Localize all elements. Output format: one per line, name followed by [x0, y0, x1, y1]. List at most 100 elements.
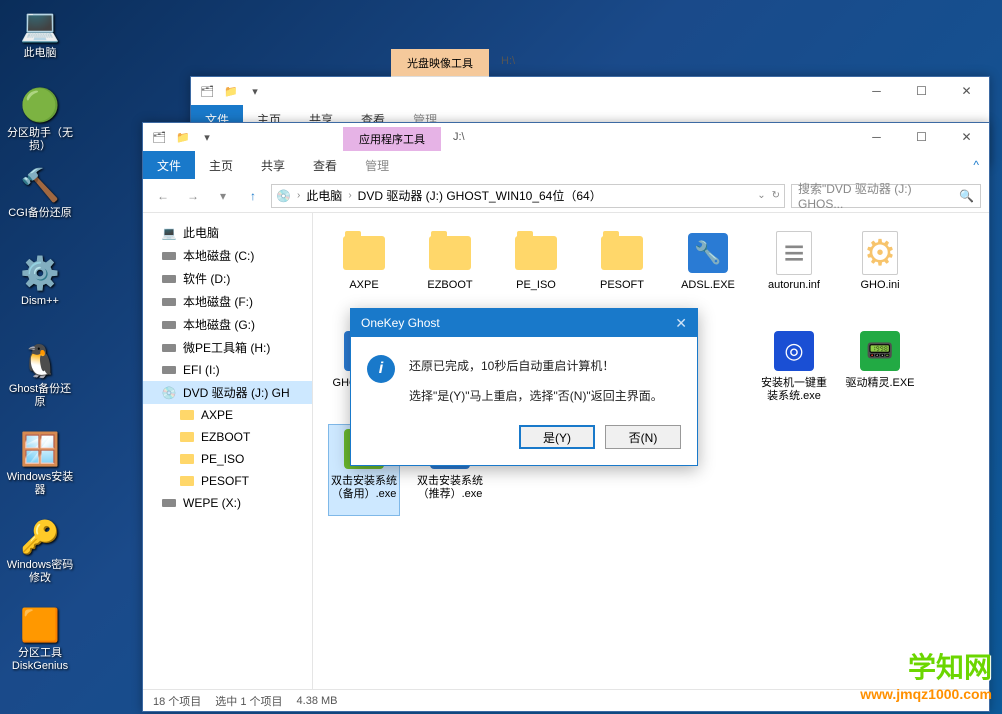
- monitor-icon: 💻: [161, 225, 177, 241]
- file-label: 安装机一键重装系统.exe: [759, 377, 829, 403]
- breadcrumb-drive[interactable]: DVD 驱动器 (J:) GHOST_WIN10_64位（64）: [358, 187, 602, 204]
- file-item[interactable]: ⚙ GHO.ini: [845, 229, 915, 319]
- partition-icon: 🟧: [20, 605, 60, 645]
- desktop-icon-dism[interactable]: ⚙️Dism++: [5, 253, 75, 328]
- tab-manage[interactable]: 管理: [351, 151, 403, 179]
- chevron-right-icon: ›: [348, 190, 351, 201]
- document-icon: ⚙: [856, 229, 904, 277]
- minimize-button[interactable]: ─: [854, 77, 899, 105]
- folder-icon[interactable]: 📁: [221, 81, 241, 101]
- close-button[interactable]: ✕: [944, 77, 989, 105]
- maximize-button[interactable]: ☐: [899, 123, 944, 151]
- search-icon: 🔍: [959, 189, 974, 203]
- refresh-icon[interactable]: ↻: [772, 190, 780, 201]
- nav-item[interactable]: 💿DVD 驱动器 (J:) GH: [143, 381, 312, 404]
- gear-icon: ⚙️: [20, 253, 60, 293]
- explorer-icon: 🗂: [149, 127, 169, 147]
- nav-item-label: 本地磁盘 (F:): [183, 293, 253, 310]
- close-icon[interactable]: ✕: [675, 315, 687, 332]
- file-label: PESOFT: [600, 279, 644, 292]
- nav-item[interactable]: 本地磁盘 (F:): [143, 290, 312, 313]
- close-button[interactable]: ✕: [944, 123, 989, 151]
- desktop-icon-this-pc[interactable]: 💻此电脑: [5, 5, 75, 80]
- recent-button[interactable]: ▾: [211, 184, 235, 208]
- disc-icon: 💿: [161, 385, 177, 401]
- folder-icon[interactable]: 📁: [173, 127, 193, 147]
- up-button[interactable]: ↑: [241, 184, 265, 208]
- drive-icon: [161, 340, 177, 356]
- folder-item[interactable]: EZBOOT: [415, 229, 485, 319]
- drive-icon: [161, 495, 177, 511]
- nav-item[interactable]: EFI (I:): [143, 359, 312, 381]
- no-button[interactable]: 否(N): [605, 425, 681, 449]
- nav-item[interactable]: PE_ISO: [143, 448, 312, 470]
- titlebar[interactable]: 🗂 📁 ▾ 应用程序工具 J:\ ─ ☐ ✕: [143, 123, 989, 151]
- nav-item[interactable]: PESOFT: [143, 470, 312, 492]
- nav-item[interactable]: 软件 (D:): [143, 267, 312, 290]
- penguin-icon: 🐧: [20, 341, 60, 381]
- search-input[interactable]: 搜索"DVD 驱动器 (J:) GHOS... 🔍: [791, 184, 981, 208]
- folder-item[interactable]: AXPE: [329, 229, 399, 319]
- file-item[interactable]: 🔧ADSL.EXE: [673, 229, 743, 319]
- nav-item[interactable]: EZBOOT: [143, 426, 312, 448]
- nav-item[interactable]: WEPE (X:): [143, 492, 312, 514]
- folder-icon: [179, 429, 195, 445]
- desktop-icon-cgi-backup[interactable]: 🔨CGI备份还原: [5, 165, 75, 240]
- nav-item-label: AXPE: [201, 408, 233, 422]
- desktop-icon-ghost[interactable]: 🐧Ghost备份还原: [5, 341, 75, 416]
- folder-item[interactable]: PESOFT: [587, 229, 657, 319]
- titlebar[interactable]: 🗂 📁 ▾ ─ ☐ ✕: [191, 77, 989, 105]
- minimize-button[interactable]: ─: [854, 123, 899, 151]
- nav-item-label: WEPE (X:): [183, 496, 241, 510]
- file-label: GHO.ini: [860, 279, 899, 292]
- ribbon-tabs: 文件 主页 共享 查看 管理 ^: [143, 151, 989, 179]
- tab-home[interactable]: 主页: [195, 151, 247, 179]
- desktop-icon-password[interactable]: 🔑Windows密码修改: [5, 517, 75, 592]
- quick-access-toolbar: 🗂 📁 ▾: [197, 81, 265, 101]
- tab-view[interactable]: 查看: [299, 151, 351, 179]
- drive-icon: [161, 294, 177, 310]
- forward-button[interactable]: →: [181, 184, 205, 208]
- chevron-right-icon: ›: [297, 190, 300, 201]
- breadcrumb-root[interactable]: 此电脑: [306, 187, 342, 204]
- contextual-tab-label: 应用程序工具: [343, 127, 441, 151]
- dropdown-icon[interactable]: ⌄: [757, 190, 765, 201]
- file-label: autorun.inf: [768, 279, 820, 292]
- dialog-titlebar[interactable]: OneKey Ghost ✕: [351, 309, 697, 337]
- tab-share[interactable]: 共享: [247, 151, 299, 179]
- desktop-icon-diskgenius[interactable]: 🟧分区工具DiskGenius: [5, 605, 75, 680]
- desktop-icon-win-installer[interactable]: 🪟Windows安装器: [5, 429, 75, 504]
- nav-this-pc[interactable]: 💻此电脑: [143, 221, 312, 244]
- application-icon: ◎: [770, 327, 818, 375]
- drive-icon: [161, 248, 177, 264]
- folder-icon: [598, 229, 646, 277]
- nav-item-label: 微PE工具箱 (H:): [183, 339, 270, 356]
- nav-item[interactable]: 微PE工具箱 (H:): [143, 336, 312, 359]
- hammer-icon: 🔨: [20, 165, 60, 205]
- address-field[interactable]: 💿 › 此电脑 › DVD 驱动器 (J:) GHOST_WIN10_64位（6…: [271, 184, 785, 208]
- folder-icon: [340, 229, 388, 277]
- maximize-button[interactable]: ☐: [899, 77, 944, 105]
- ribbon-expand-button[interactable]: ^: [963, 151, 989, 179]
- nav-item[interactable]: 本地磁盘 (G:): [143, 313, 312, 336]
- chevron-down-icon[interactable]: ▾: [197, 127, 217, 147]
- folder-item[interactable]: PE_ISO: [501, 229, 571, 319]
- quick-access-toolbar: 🗂 📁 ▾: [149, 127, 217, 147]
- document-icon: ≡: [770, 229, 818, 277]
- tab-file[interactable]: 文件: [143, 151, 195, 179]
- file-item[interactable]: ≡ autorun.inf: [759, 229, 829, 319]
- back-button[interactable]: ←: [151, 184, 175, 208]
- desktop-icon-partition-assistant[interactable]: 🟢分区助手（无损）: [5, 85, 75, 160]
- nav-item-label: PE_ISO: [201, 452, 244, 466]
- chevron-down-icon[interactable]: ▾: [245, 81, 265, 101]
- key-icon: 🔑: [20, 517, 60, 557]
- navigation-pane[interactable]: 💻此电脑 本地磁盘 (C:)软件 (D:) 本地磁盘 (F:) 本地磁盘 (G:) 微…: [143, 213, 313, 689]
- nav-item[interactable]: AXPE: [143, 404, 312, 426]
- file-item[interactable]: 📟驱动精灵.EXE: [845, 327, 915, 417]
- selection-size: 4.38 MB: [297, 695, 338, 707]
- nav-item[interactable]: 本地磁盘 (C:): [143, 244, 312, 267]
- yes-button[interactable]: 是(Y): [519, 425, 595, 449]
- file-item[interactable]: ◎安装机一键重装系统.exe: [759, 327, 829, 417]
- address-bar: ← → ▾ ↑ 💿 › 此电脑 › DVD 驱动器 (J:) GHOST_WIN…: [143, 179, 989, 213]
- application-icon: 🔧: [684, 229, 732, 277]
